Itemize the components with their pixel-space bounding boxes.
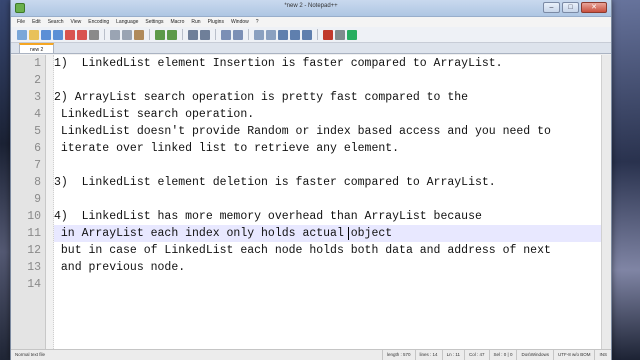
- menu-item[interactable]: Edit: [32, 19, 41, 25]
- line-number: 11: [27, 227, 41, 240]
- menu-item[interactable]: Language: [116, 19, 138, 25]
- text-caret: [348, 227, 349, 240]
- sync-h-icon[interactable]: [266, 29, 276, 40]
- menu-item[interactable]: View: [71, 19, 82, 25]
- text-line[interactable]: but in case of LinkedList each node hold…: [54, 242, 601, 259]
- status-insert-mode[interactable]: INS: [594, 350, 611, 360]
- line-number: 4: [34, 108, 41, 121]
- text-line[interactable]: and previous node.: [54, 259, 601, 276]
- minimize-button[interactable]: –: [543, 2, 560, 13]
- toolbar-separator: [182, 29, 183, 40]
- fold-margin: [46, 55, 54, 349]
- close-all-icon[interactable]: [77, 29, 87, 40]
- undo-icon[interactable]: [155, 29, 165, 40]
- text-line[interactable]: in ArrayList each index only holds actua…: [54, 225, 601, 242]
- status-selection: Sel : 0 | 0: [488, 350, 517, 360]
- status-bar: Normal text file length : 570 lines : 14…: [11, 349, 611, 360]
- show-all-icon[interactable]: [290, 29, 300, 40]
- tab-bar: new 2: [11, 43, 611, 54]
- menu-item[interactable]: Macro: [170, 19, 184, 25]
- line-number: 6: [34, 142, 41, 155]
- menu-item[interactable]: Plugins: [208, 19, 224, 25]
- text-editor[interactable]: 1) LinkedList element Insertion is faste…: [54, 55, 601, 349]
- status-line-position: Ln : 11: [441, 350, 464, 360]
- open-file-icon[interactable]: [29, 29, 39, 40]
- record-macro-icon[interactable]: [323, 29, 333, 40]
- replace-icon[interactable]: [200, 29, 210, 40]
- line-number: 10: [27, 210, 41, 223]
- status-eol[interactable]: Dos\Windows: [516, 350, 553, 360]
- notepad-window: *new 2 - Notepad++ – □ ✕ File Edit Search V…: [10, 0, 612, 360]
- status-column: Col : 47: [464, 350, 489, 360]
- toolbar-separator: [248, 29, 249, 40]
- new-file-icon[interactable]: [17, 29, 27, 40]
- menu-item[interactable]: ?: [256, 19, 259, 25]
- copy-icon[interactable]: [122, 29, 132, 40]
- stop-macro-icon[interactable]: [335, 29, 345, 40]
- editor-area: 1 2 3 4 5 6 7 8 9 10 11 12 13 14 1) LinkedList elemen…: [11, 55, 611, 349]
- save-icon[interactable]: [41, 29, 51, 40]
- line-number: 8: [34, 176, 41, 189]
- redo-icon[interactable]: [167, 29, 177, 40]
- indent-guide-icon[interactable]: [302, 29, 312, 40]
- line-number: 9: [34, 193, 41, 206]
- menu-item[interactable]: File: [17, 19, 25, 25]
- text-line[interactable]: LinkedList search operation.: [54, 106, 601, 123]
- word-wrap-icon[interactable]: [278, 29, 288, 40]
- line-number-gutter: 1 2 3 4 5 6 7 8 9 10 11 12 13 14: [11, 55, 46, 349]
- text-line[interactable]: LinkedList doesn't provide Random or ind…: [54, 123, 601, 140]
- text-line[interactable]: 2) ArrayList search operation is pretty …: [54, 89, 601, 106]
- line-number: 13: [27, 261, 41, 274]
- line-number: 14: [27, 278, 41, 291]
- line-number: 5: [34, 125, 41, 138]
- menu-item[interactable]: Run: [191, 19, 200, 25]
- menu-item[interactable]: Search: [48, 19, 64, 25]
- text-line[interactable]: [54, 191, 601, 208]
- zoom-out-icon[interactable]: [233, 29, 243, 40]
- line-number: 7: [34, 159, 41, 172]
- window-title: *new 2 - Notepad++: [284, 3, 338, 9]
- close-button[interactable]: ✕: [581, 2, 607, 13]
- title-bar[interactable]: *new 2 - Notepad++ – □ ✕: [11, 0, 611, 17]
- text-line[interactable]: 1) LinkedList element Insertion is faste…: [54, 55, 601, 72]
- find-icon[interactable]: [188, 29, 198, 40]
- print-icon[interactable]: [89, 29, 99, 40]
- paste-icon[interactable]: [134, 29, 144, 40]
- toolbar-separator: [149, 29, 150, 40]
- line-number: 3: [34, 91, 41, 104]
- vertical-scrollbar[interactable]: [601, 55, 611, 349]
- status-length: length : 570: [382, 350, 415, 360]
- save-all-icon[interactable]: [53, 29, 63, 40]
- text-line[interactable]: 3) LinkedList element deletion is faster…: [54, 174, 601, 191]
- window-controls: – □ ✕: [543, 2, 607, 13]
- menu-item[interactable]: Window: [231, 19, 249, 25]
- text-line[interactable]: iterate over linked list to retrieve any…: [54, 140, 601, 157]
- status-encoding[interactable]: UTF-8 w/o BOM: [552, 350, 595, 360]
- text-line[interactable]: [54, 276, 601, 293]
- status-file-type: Normal text file: [15, 352, 46, 357]
- sync-v-icon[interactable]: [254, 29, 264, 40]
- play-macro-icon[interactable]: [347, 29, 357, 40]
- zoom-in-icon[interactable]: [221, 29, 231, 40]
- close-icon[interactable]: [65, 29, 75, 40]
- text-line[interactable]: 4) LinkedList has more memory overhead t…: [54, 208, 601, 225]
- line-number: 12: [27, 244, 41, 257]
- menu-item[interactable]: Settings: [145, 19, 163, 25]
- menu-item[interactable]: Encoding: [88, 19, 109, 25]
- toolbar: [11, 27, 611, 43]
- text-line[interactable]: [54, 72, 601, 89]
- menu-bar: File Edit Search View Encoding Language Settin…: [11, 17, 611, 27]
- maximize-button[interactable]: □: [562, 2, 579, 13]
- toolbar-separator: [215, 29, 216, 40]
- toolbar-separator: [104, 29, 105, 40]
- cut-icon[interactable]: [110, 29, 120, 40]
- tab-new-2[interactable]: new 2: [19, 43, 55, 53]
- line-number: 1: [34, 57, 41, 70]
- text-line[interactable]: [54, 157, 601, 174]
- line-number: 2: [34, 74, 41, 87]
- toolbar-separator: [317, 29, 318, 40]
- status-lines: lines : 14: [414, 350, 442, 360]
